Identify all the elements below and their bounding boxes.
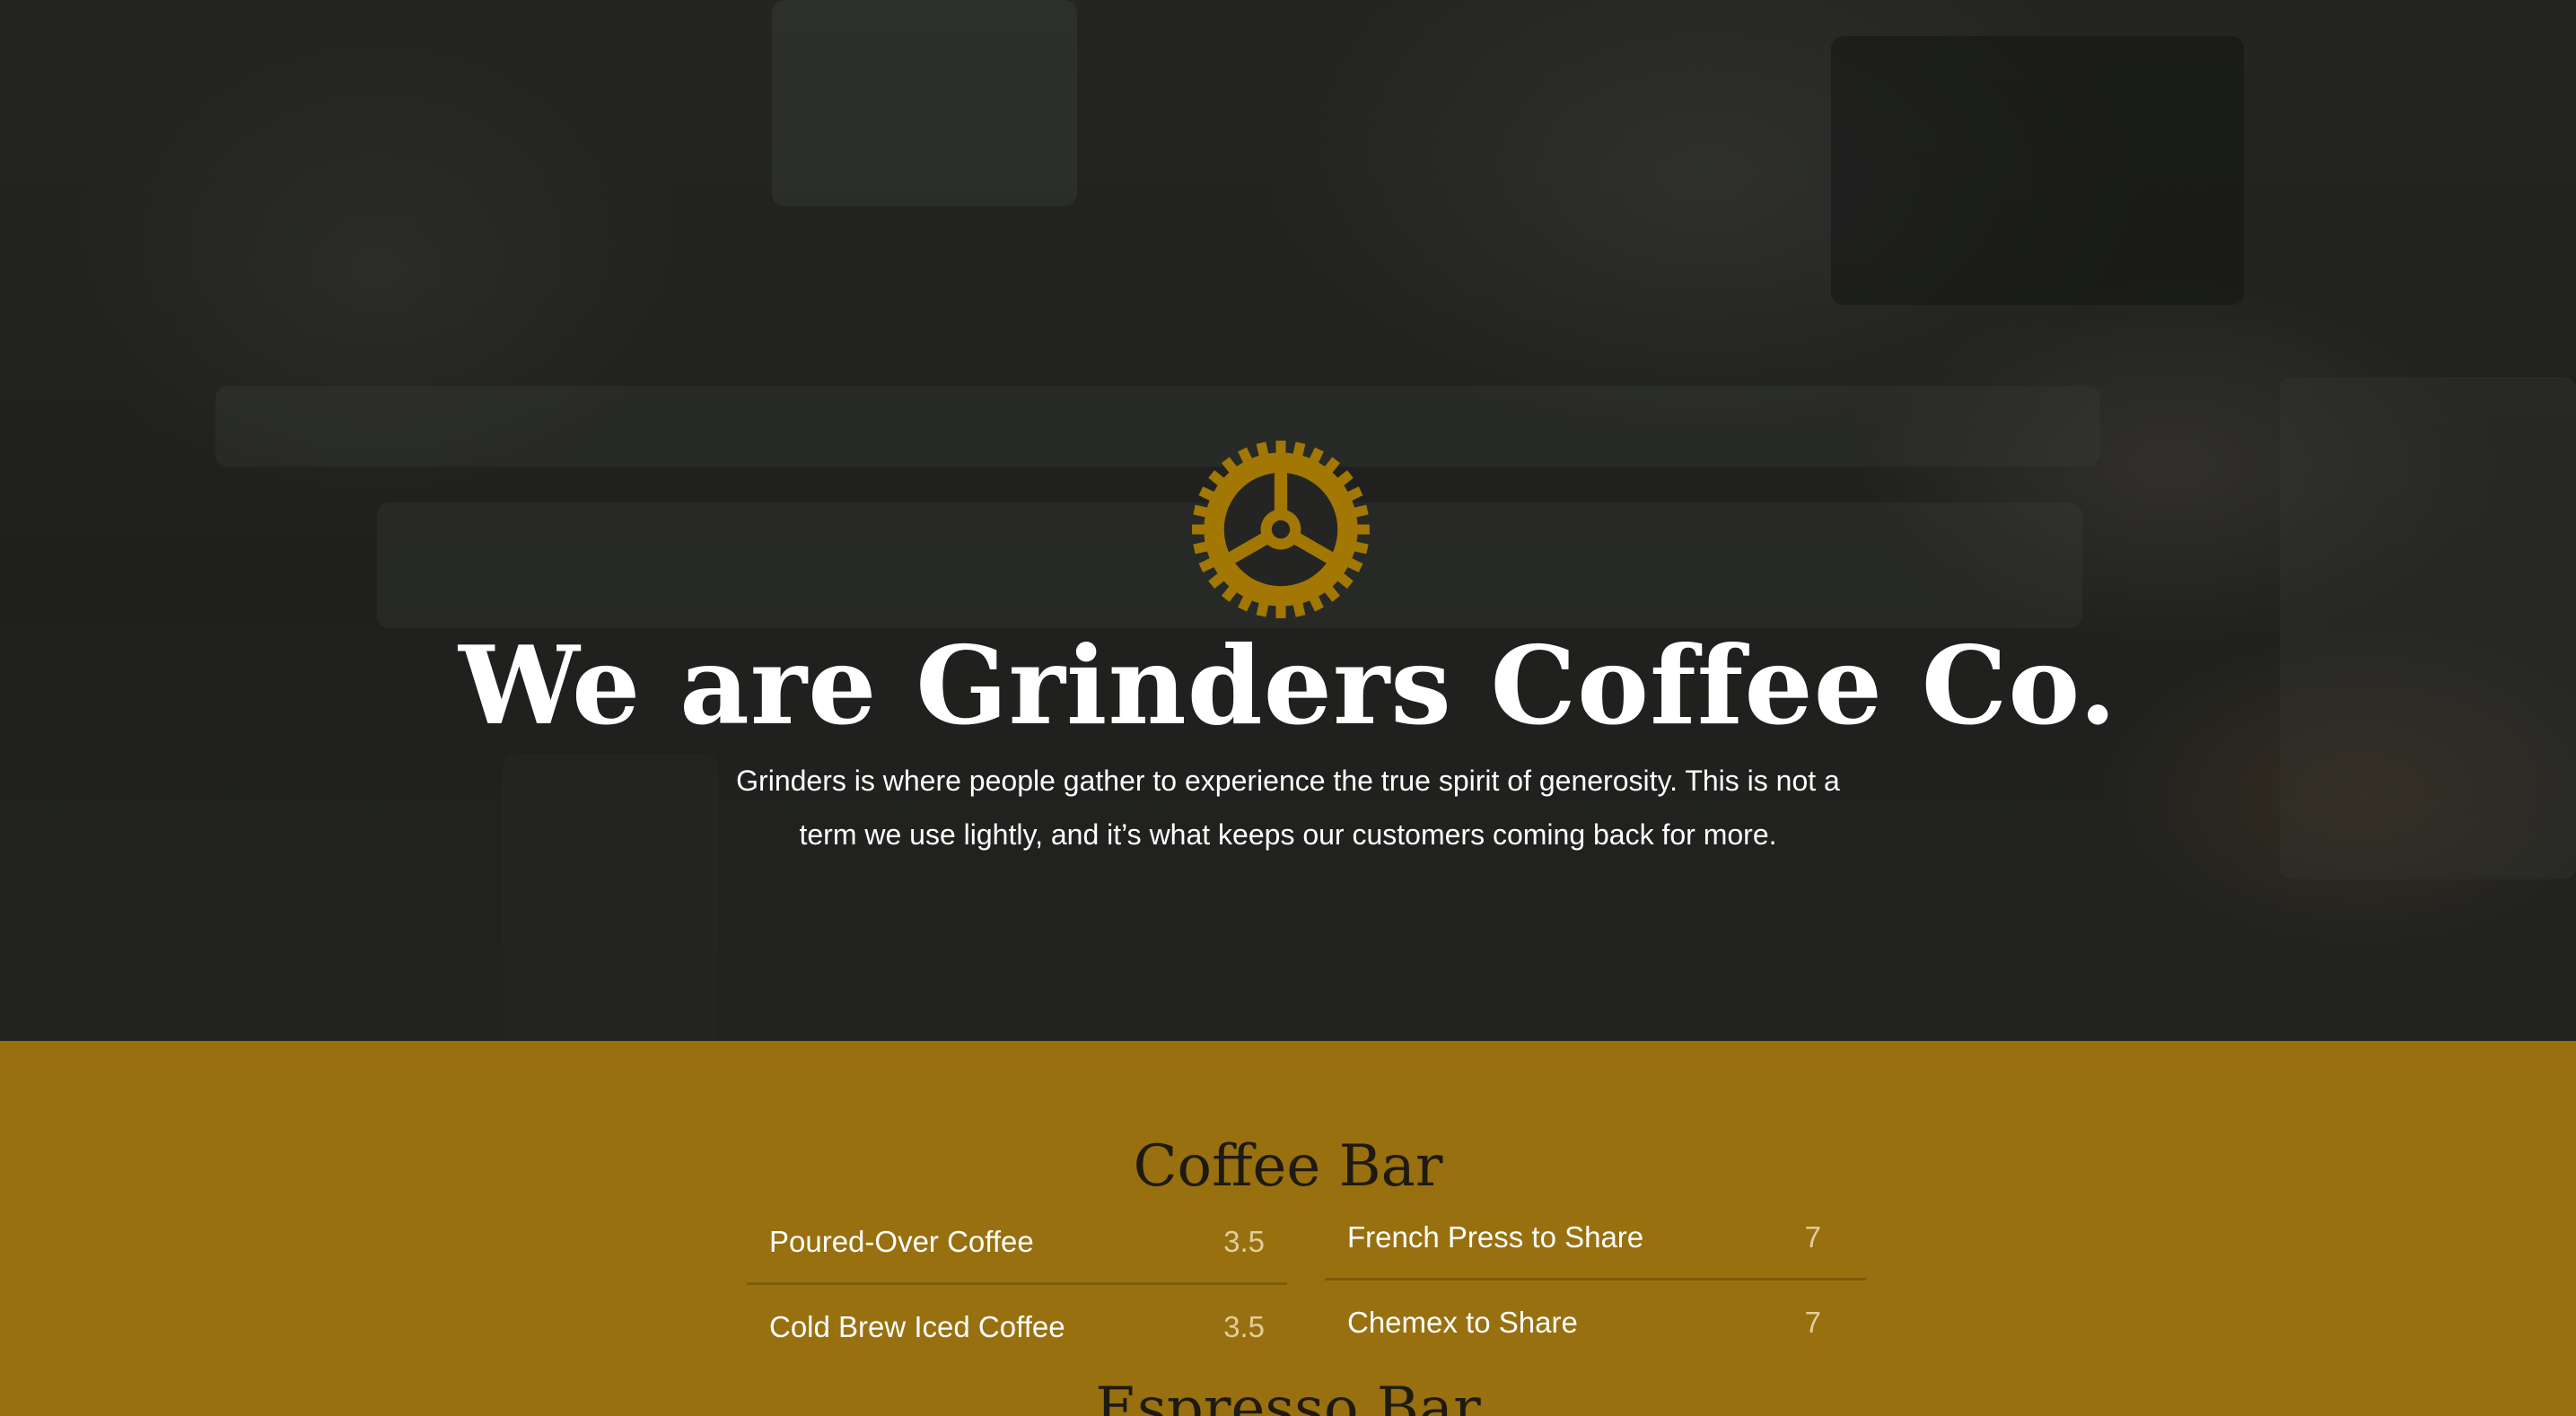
menu-item-name: French Press to Share [1347,1220,1644,1254]
hero-section: We are Grinders Coffee Co. Grinders is w… [0,0,2576,1041]
menu-item-price: 7 [1804,1220,1821,1254]
menu-item-name: Poured-Over Coffee [769,1225,1034,1258]
menu-item-price: 3.5 [1223,1310,1265,1343]
espresso-bar-title: Espresso Bar [1095,1376,1481,1416]
menu-item-name: Cold Brew Iced Coffee [769,1310,1065,1343]
menu-item: Cold Brew Iced Coffee 3.5 [747,1288,1287,1370]
menu-item: Poured-Over Coffee 3.5 [747,1202,1287,1285]
menu-item-price: 7 [1804,1306,1821,1339]
menu-section: Coffee Bar Poured-Over Coffee 3.5 Cold B… [0,1041,2576,1416]
menu-item: French Press to Share 7 [1325,1198,1866,1281]
coffee-bar-title: Coffee Bar [1133,1133,1443,1200]
hero-description: Grinders is where people gather to exper… [736,765,1840,851]
menu-item-name: Chemex to Share [1347,1306,1578,1339]
hero-content: We are Grinders Coffee Co. Grinders is w… [0,0,2576,1041]
menu-item-price: 3.5 [1223,1225,1265,1258]
gear-icon [1192,441,1370,618]
menu-item: Chemex to Share 7 [1325,1283,1866,1366]
page-title: We are Grinders Coffee Co. [458,623,2118,749]
